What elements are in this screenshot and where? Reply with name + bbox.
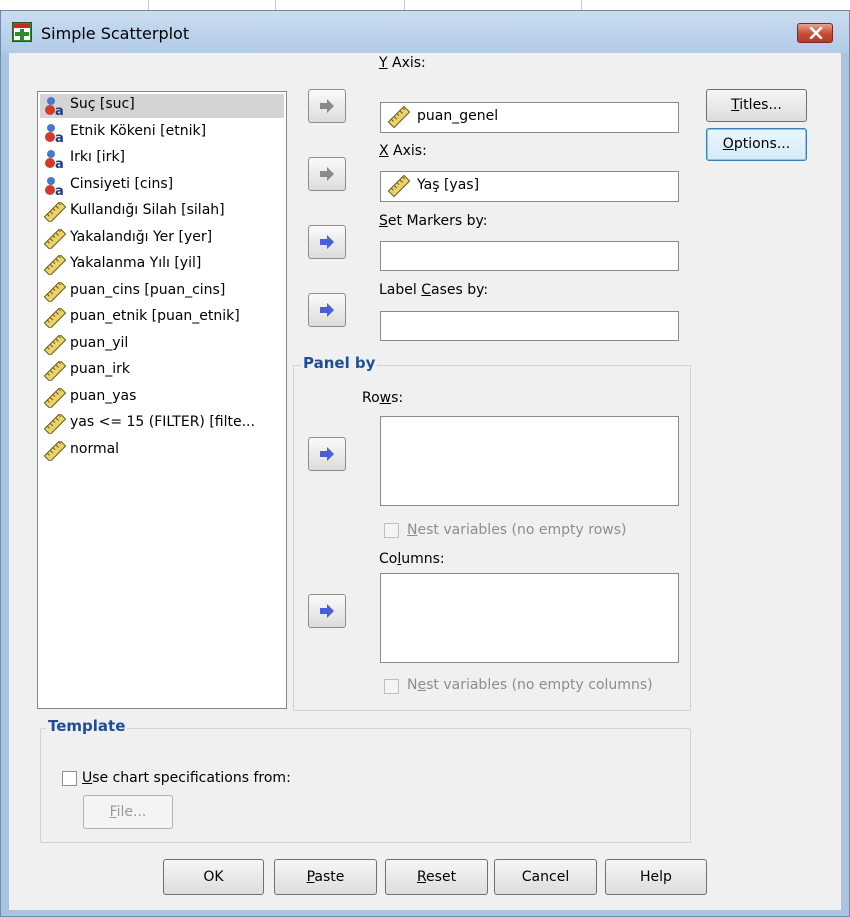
- right-arrow-icon: [320, 99, 334, 113]
- scale-ruler-icon: [43, 439, 67, 462]
- close-icon: [809, 27, 823, 39]
- set-markers-label: Set Markers by:: [379, 213, 488, 229]
- variable-item[interactable]: puan_yas: [40, 386, 284, 410]
- options-button[interactable]: Options...: [706, 128, 807, 161]
- title-bar[interactable]: Simple Scatterplot: [1, 11, 849, 53]
- nominal-variable-icon: a: [44, 149, 66, 172]
- right-arrow-icon: [320, 235, 334, 249]
- y-axis-field[interactable]: puan_genel: [380, 102, 679, 133]
- variable-label: Yakalanma Yılı [yil]: [70, 255, 202, 271]
- nest-columns-checkbox[interactable]: [384, 679, 399, 694]
- label-cases-label: Label Cases by:: [379, 282, 489, 298]
- scale-ruler-icon: [43, 227, 67, 250]
- nominal-variable-icon: a: [44, 123, 66, 146]
- scale-ruler-icon: [387, 175, 411, 197]
- template-legend: Template: [46, 717, 128, 735]
- ok-button[interactable]: OK: [163, 859, 264, 895]
- use-chart-spec-checkbox[interactable]: [62, 771, 77, 786]
- columns-list[interactable]: [380, 573, 679, 663]
- scale-ruler-icon: [43, 306, 67, 330]
- variable-item[interactable]: a Irkı [irk]: [40, 147, 284, 172]
- svg-text:a: a: [55, 104, 64, 116]
- svg-text:a: a: [55, 157, 64, 169]
- right-arrow-icon: [320, 604, 334, 618]
- right-arrow-icon: [320, 303, 334, 317]
- close-button[interactable]: [797, 23, 833, 43]
- y-axis-label: Y Axis:: [379, 55, 426, 71]
- variable-label: puan_irk: [70, 361, 130, 377]
- paste-button[interactable]: Paste: [274, 859, 377, 895]
- nest-columns-label: Nest variables (no empty columns): [407, 677, 653, 693]
- variable-item[interactable]: Kullandığı Silah [silah]: [40, 200, 284, 224]
- variable-item[interactable]: puan_cins [puan_cins]: [40, 280, 284, 304]
- right-arrow-icon: [320, 167, 334, 181]
- x-axis-value: Yaş [yas]: [417, 177, 480, 193]
- variable-label: Irkı [irk]: [70, 149, 126, 165]
- help-button[interactable]: Help: [605, 859, 707, 895]
- titles-button[interactable]: Titles...: [706, 89, 807, 122]
- variable-item[interactable]: Yakalanma Yılı [yil]: [40, 253, 284, 277]
- set-markers-field[interactable]: [380, 241, 679, 271]
- variable-item[interactable]: yas <= 15 (FILTER) [filte...: [40, 412, 284, 436]
- scatterplot-app-icon: [12, 22, 32, 42]
- variable-item[interactable]: puan_irk: [40, 359, 284, 383]
- cancel-button[interactable]: Cancel: [494, 859, 597, 895]
- window-title: Simple Scatterplot: [41, 24, 190, 43]
- panel-by-legend: Panel by: [301, 354, 378, 372]
- variable-label: Etnik Kökeni [etnik]: [70, 122, 207, 139]
- move-to-y-axis-button[interactable]: [308, 89, 346, 123]
- source-variable-list[interactable]: a Suç [suc] a Etnik Kökeni [etnik] a Irkı [ir…: [37, 91, 287, 709]
- scale-ruler-icon: [387, 106, 411, 128]
- variable-item[interactable]: Yakalandığı Yer [yer]: [40, 227, 284, 251]
- variable-item[interactable]: puan_yil: [40, 333, 284, 357]
- nest-rows-label: Nest variables (no empty rows): [407, 522, 627, 538]
- scale-ruler-icon: [43, 253, 67, 277]
- variable-item[interactable]: a Etnik Kökeni [etnik]: [40, 121, 284, 146]
- rows-label: Rows:: [362, 390, 404, 406]
- scale-ruler-icon: [43, 200, 67, 224]
- move-to-x-axis-button[interactable]: [308, 157, 346, 191]
- scale-ruler-icon: [43, 412, 67, 436]
- variable-label: yas <= 15 (FILTER) [filte...: [70, 414, 255, 430]
- variable-label: puan_yas: [70, 387, 137, 404]
- variable-label: Yakalandığı Yer [yer]: [70, 228, 213, 245]
- svg-text:a: a: [55, 184, 64, 196]
- variable-label: puan_yil: [70, 334, 129, 351]
- scale-ruler-icon: [43, 333, 67, 356]
- scale-ruler-icon: [43, 386, 67, 409]
- move-to-label-cases-button[interactable]: [308, 293, 346, 327]
- nominal-variable-icon: a: [44, 176, 66, 199]
- scale-ruler-icon: [43, 280, 67, 303]
- variable-item[interactable]: a Suç [suc]: [40, 94, 284, 119]
- variable-label: Kullandığı Silah [silah]: [70, 202, 225, 218]
- reset-button[interactable]: Reset: [385, 859, 488, 895]
- move-to-columns-button[interactable]: [308, 594, 346, 628]
- label-cases-field[interactable]: [380, 311, 679, 341]
- nominal-variable-icon: a: [44, 96, 66, 119]
- rows-list[interactable]: [380, 416, 679, 506]
- use-chart-spec-label: Use chart specifications from:: [82, 770, 291, 786]
- variable-item[interactable]: puan_etnik [puan_etnik]: [40, 306, 284, 330]
- dialog-client-area: a Suç [suc] a Etnik Kökeni [etnik] a Irkı [ir…: [9, 53, 841, 910]
- right-arrow-icon: [320, 447, 334, 461]
- file-button[interactable]: File...: [83, 795, 173, 829]
- variable-item[interactable]: normal: [40, 439, 284, 463]
- columns-label: Columns:: [379, 551, 445, 567]
- y-axis-value: puan_genel: [417, 108, 499, 124]
- simple-scatterplot-dialog: Simple Scatterplot a Suç [suc] a Etnik Köke…: [0, 10, 850, 917]
- x-axis-field[interactable]: Yaş [yas]: [380, 171, 679, 202]
- variable-label: puan_etnik [puan_etnik]: [70, 308, 240, 324]
- variable-item[interactable]: a Cinsiyeti [cins]: [40, 174, 284, 199]
- x-axis-label: X Axis:: [379, 143, 427, 159]
- variable-label: puan_cins [puan_cins]: [70, 281, 226, 298]
- move-to-markers-button[interactable]: [308, 225, 346, 259]
- svg-text:a: a: [55, 131, 64, 143]
- variable-label: Cinsiyeti [cins]: [70, 175, 174, 192]
- move-to-rows-button[interactable]: [308, 437, 346, 471]
- variable-label: normal: [70, 440, 120, 457]
- scale-ruler-icon: [43, 359, 67, 383]
- variable-label: Suç [suc]: [70, 96, 135, 112]
- nest-rows-checkbox[interactable]: [384, 523, 399, 538]
